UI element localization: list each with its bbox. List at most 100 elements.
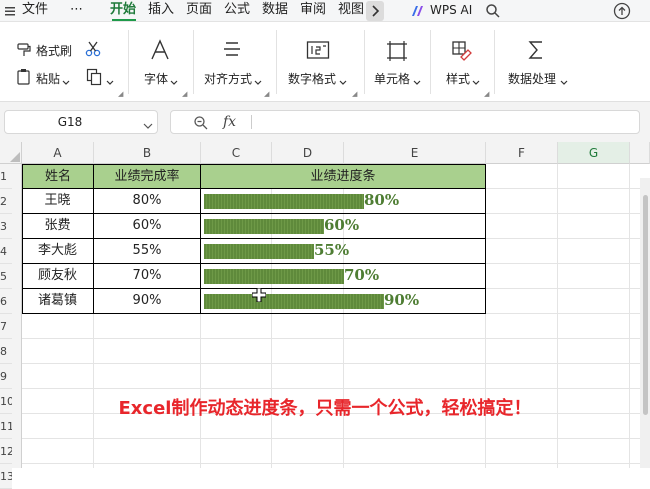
- row-header[interactable]: 12: [0, 439, 12, 464]
- column-header-g[interactable]: G: [558, 142, 630, 164]
- row-header[interactable]: 1: [0, 164, 12, 189]
- wps-ai-label[interactable]: WPS AI: [430, 0, 472, 22]
- chevron-right-icon[interactable]: [366, 1, 384, 21]
- wps-ai-icon[interactable]: [410, 4, 424, 18]
- column-header-f[interactable]: F: [486, 142, 558, 164]
- font-button[interactable]: 字体: [144, 70, 168, 87]
- cell-icon[interactable]: [386, 40, 408, 62]
- cell-chevron-down-icon[interactable]: [413, 75, 421, 85]
- paste-chevron-down-icon[interactable]: [62, 75, 70, 85]
- data-processing-button[interactable]: 数据处理: [508, 70, 556, 87]
- table-cell-name[interactable]: 顾友秋: [22, 264, 93, 289]
- menu-more[interactable]: ⋯: [70, 0, 83, 22]
- copy-icon[interactable]: [86, 68, 102, 86]
- align-button[interactable]: 对齐方式: [204, 70, 252, 87]
- row-header[interactable]: 2: [0, 189, 12, 214]
- gridline: [343, 164, 344, 468]
- cell-button[interactable]: 单元格: [374, 70, 410, 87]
- column-header-c[interactable]: C: [201, 142, 272, 164]
- zoom-search-icon[interactable]: [193, 115, 209, 131]
- table-border: [22, 238, 486, 239]
- sum-icon[interactable]: [526, 38, 546, 62]
- number-format-chevron-down-icon[interactable]: [339, 75, 347, 85]
- tab-view[interactable]: 视图: [338, 0, 364, 22]
- ribbon-separator: [193, 30, 194, 94]
- style-dialog-launcher-icon[interactable]: ◢: [484, 90, 489, 98]
- table-border: [200, 164, 201, 314]
- gridline: [22, 338, 650, 339]
- row-header[interactable]: 6: [0, 289, 12, 314]
- tab-formula[interactable]: 公式: [224, 0, 250, 22]
- progress-bar: [204, 269, 344, 284]
- table-border: [22, 213, 486, 214]
- table-header-rate[interactable]: 业绩完成率: [93, 164, 201, 189]
- table-cell-name[interactable]: 张费: [22, 214, 93, 239]
- row-header[interactable]: 7: [0, 314, 12, 339]
- row-header[interactable]: 9: [0, 364, 12, 389]
- format-painter-button[interactable]: 格式刷: [36, 42, 72, 59]
- table-cell-name[interactable]: 李大彪: [22, 239, 93, 264]
- table-header-progress[interactable]: 业绩进度条: [200, 164, 486, 189]
- name-box[interactable]: G18: [4, 110, 158, 134]
- align-dialog-launcher-icon[interactable]: ◢: [264, 90, 269, 98]
- ribbon-separator: [494, 30, 495, 94]
- table-border: [22, 164, 23, 314]
- table-cell-rate[interactable]: 55%: [94, 239, 200, 264]
- column-header-a[interactable]: A: [22, 142, 94, 164]
- menu-file[interactable]: 文件: [22, 0, 48, 22]
- ribbon-separator: [430, 30, 431, 94]
- progress-bar: [204, 294, 384, 309]
- ribbon-toolbar: 格式刷 粘贴 ◢ 字体 ◢ 对齐方式 ◢ 数字格式 ◢ 单元格 样式 ◢ 数据处…: [0, 22, 650, 102]
- row-header[interactable]: 8: [0, 339, 12, 364]
- copy-chevron-down-icon[interactable]: [106, 75, 114, 85]
- tab-page[interactable]: 页面: [186, 0, 212, 22]
- row-header[interactable]: 4: [0, 239, 12, 264]
- hamburger-icon[interactable]: [4, 5, 16, 17]
- table-cell-rate[interactable]: 60%: [94, 214, 200, 239]
- column-header-d[interactable]: D: [272, 142, 344, 164]
- number-format-button[interactable]: 数字格式: [288, 70, 336, 87]
- number-format-icon[interactable]: [306, 40, 330, 60]
- format-painter-icon[interactable]: [16, 42, 32, 58]
- gridline: [22, 438, 650, 439]
- table-cell-name[interactable]: 王晓: [22, 189, 93, 214]
- select-all-corner[interactable]: [0, 142, 22, 164]
- formula-divider: [251, 115, 252, 129]
- table-border: [93, 164, 94, 314]
- align-icon[interactable]: [222, 40, 242, 60]
- column-header-b[interactable]: B: [94, 142, 201, 164]
- name-box-chevron-down-icon[interactable]: [143, 119, 153, 129]
- scrollbar-thumb[interactable]: [643, 195, 648, 415]
- ribbon-separator: [276, 30, 277, 94]
- paste-icon[interactable]: [16, 68, 32, 86]
- number-format-dialog-launcher-icon[interactable]: ◢: [352, 90, 357, 98]
- tab-insert[interactable]: 插入: [148, 0, 174, 22]
- row-header[interactable]: 5: [0, 264, 12, 289]
- table-cell-rate[interactable]: 80%: [94, 189, 200, 214]
- font-dialog-launcher-icon[interactable]: ◢: [182, 90, 187, 98]
- table-cell-name[interactable]: 诸葛镇: [22, 289, 93, 314]
- table-cell-rate[interactable]: 70%: [94, 264, 200, 289]
- tab-data[interactable]: 数据: [262, 0, 288, 22]
- formula-input[interactable]: fx: [170, 110, 640, 134]
- style-icon[interactable]: [451, 40, 473, 62]
- search-icon[interactable]: [485, 3, 501, 19]
- tab-review[interactable]: 审阅: [300, 0, 326, 22]
- gridline: [629, 164, 630, 468]
- cut-icon[interactable]: [84, 40, 102, 58]
- style-button[interactable]: 样式: [446, 70, 470, 87]
- data-processing-chevron-down-icon[interactable]: [560, 75, 568, 85]
- style-chevron-down-icon[interactable]: [472, 75, 480, 85]
- table-cell-rate[interactable]: 90%: [94, 289, 200, 314]
- table-header-name[interactable]: 姓名: [22, 164, 94, 189]
- column-header-e[interactable]: E: [344, 142, 486, 164]
- font-chevron-down-icon[interactable]: [170, 75, 178, 85]
- font-icon[interactable]: [149, 38, 171, 62]
- caption-text: Excel制作动态进度条，只需一个公式，轻松搞定！: [118, 398, 532, 419]
- row-header[interactable]: 3: [0, 214, 12, 239]
- paste-button[interactable]: 粘贴: [36, 70, 60, 87]
- clipboard-dialog-launcher-icon[interactable]: ◢: [118, 90, 123, 98]
- align-chevron-down-icon[interactable]: [254, 75, 262, 85]
- fx-icon[interactable]: fx: [223, 111, 236, 133]
- cloud-sync-icon[interactable]: [612, 2, 632, 20]
